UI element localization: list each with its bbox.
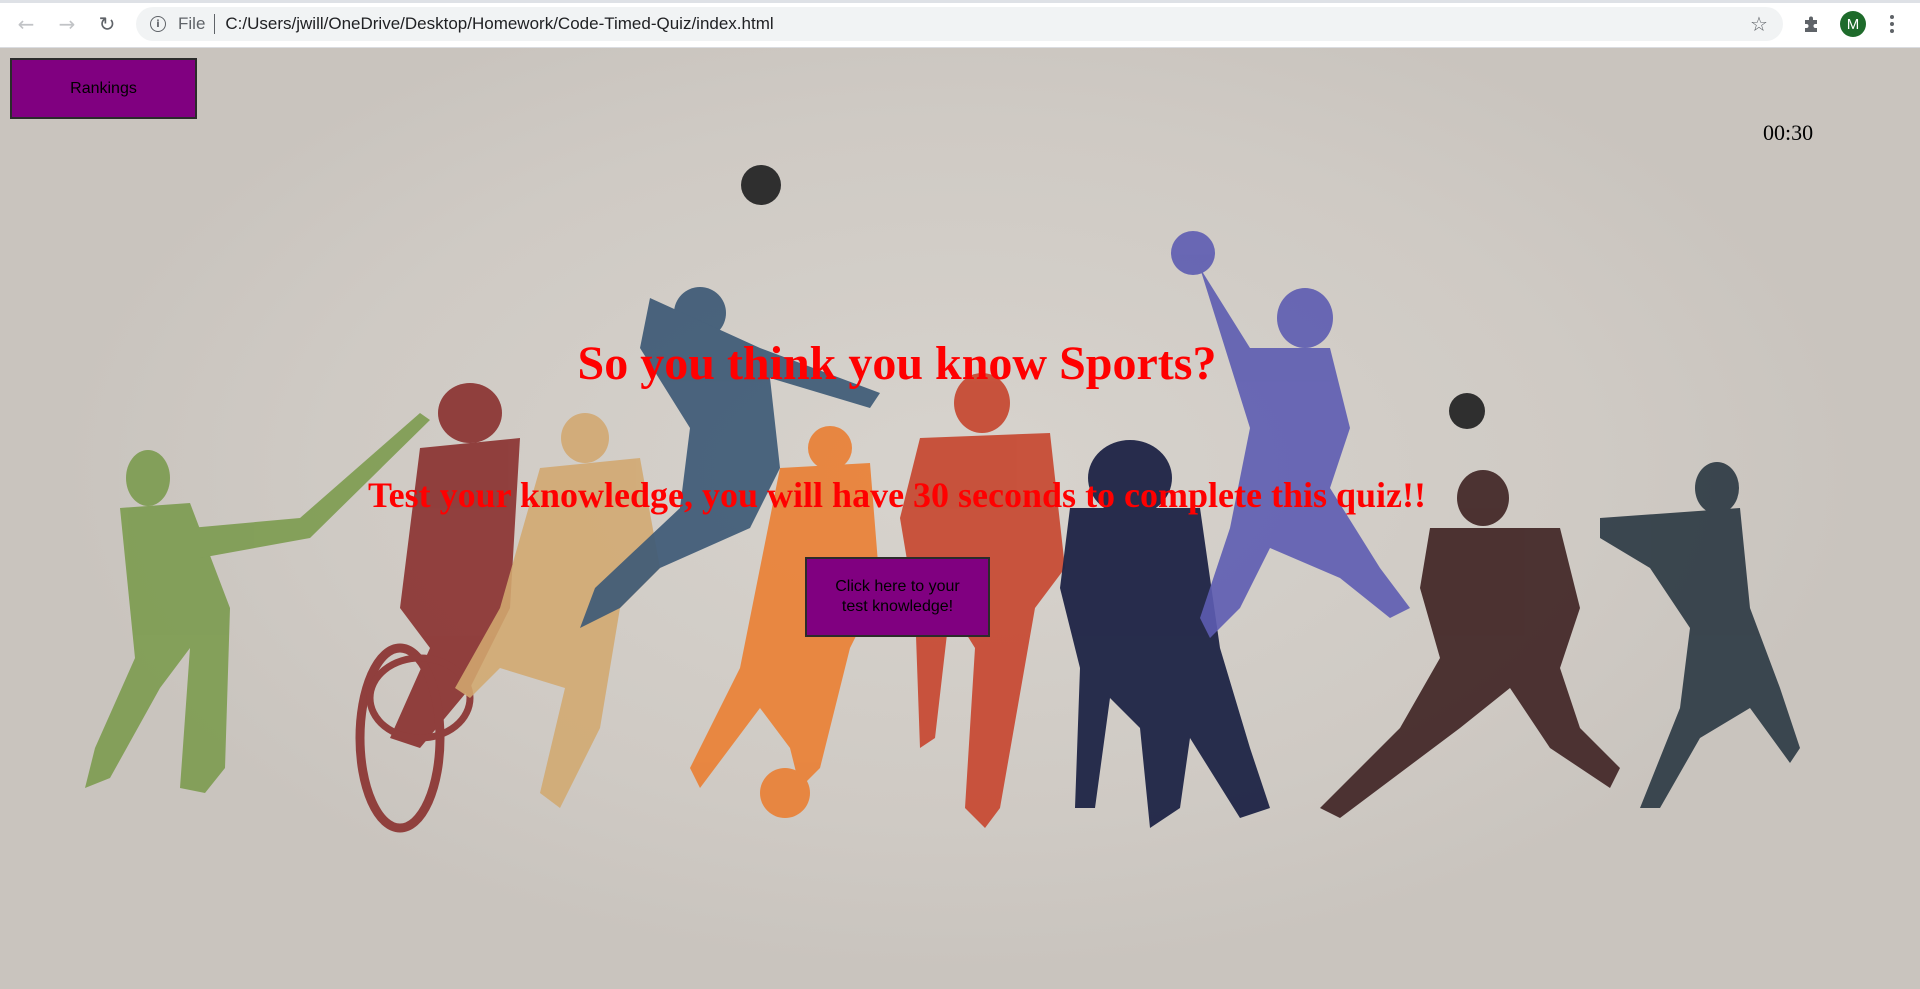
sports-silhouettes-background (85, 165, 1800, 833)
url-text[interactable]: C:/Users/jwill/OneDrive/Desktop/Homework… (225, 14, 773, 34)
address-separator (214, 14, 216, 34)
extensions-puzzle-icon[interactable] (1797, 9, 1827, 39)
countdown-timer: 00:30 (1763, 120, 1814, 145)
star-icon[interactable]: ☆ (1745, 10, 1773, 38)
menu-kebab-icon[interactable] (1877, 9, 1907, 39)
tab-strip-edge (0, 0, 1920, 3)
address-bar[interactable]: i File C:/Users/jwill/OneDrive/Desktop/H… (136, 7, 1783, 41)
back-arrow-icon[interactable]: ← (11, 9, 41, 39)
reload-icon[interactable]: ↻ (92, 9, 122, 39)
page-body: Rankings 00:30 So you think you know Spo… (0, 48, 1920, 989)
avatar[interactable]: M (1840, 11, 1866, 37)
info-icon[interactable]: i (150, 16, 166, 32)
rankings-button[interactable]: Rankings (10, 58, 197, 119)
quiz-instructions: Test your knowledge, you will have 30 se… (367, 475, 1427, 515)
page-title: So you think you know Sports? (577, 337, 1217, 390)
browser-toolbar: ← → ↻ i File C:/Users/jwill/OneDrive/Des… (0, 0, 1920, 48)
forward-arrow-icon[interactable]: → (52, 9, 82, 39)
start-quiz-button[interactable]: Click here to your test knowledge! (805, 557, 990, 637)
scheme-label: File (178, 14, 206, 33)
